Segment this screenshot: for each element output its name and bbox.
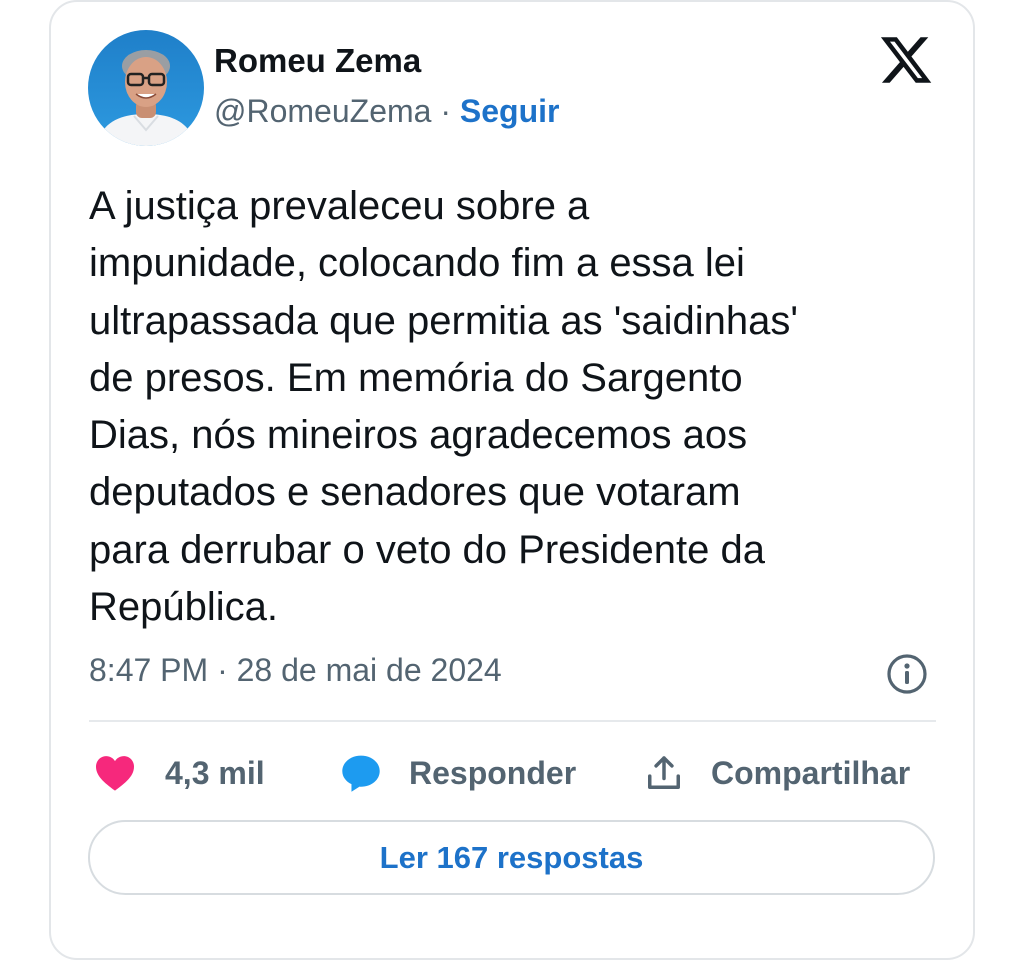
avatar-image [88,30,204,146]
tweet-text-line: A justiça prevaleceu sobre a [89,184,590,228]
read-replies-button[interactable]: Ler 167 respostas [88,820,935,895]
follow-button[interactable]: Seguir [460,93,560,129]
speech-bubble-icon [342,755,380,792]
heart-icon [96,756,134,791]
tweet-text-line: deputados e senadores que votaram [89,470,741,515]
tweet-timestamp[interactable]: 8:47 PM · 28 de mai de 2024 [89,652,502,689]
author-handle[interactable]: @RomeuZema [214,93,431,129]
avatar[interactable] [88,30,204,146]
handle-separator: · [431,93,460,129]
share-icon [648,756,680,789]
share-button[interactable]: Compartilhar [645,745,910,801]
divider [89,720,936,722]
tweet-text-line: República. [89,585,279,630]
tweet-text-line: Dias, nós mineiros agradecemos aos [89,413,748,458]
share-label: Compartilhar [711,754,911,791]
author-handle-row: @RomeuZema · Seguir [214,93,559,130]
author-display-name[interactable]: Romeu Zema [214,42,421,80]
like-button[interactable]: 4,3 mil [94,745,265,801]
reply-button[interactable]: Responder [339,745,576,801]
x-logo-icon[interactable] [878,32,934,88]
info-icon[interactable] [885,652,929,696]
tweet-text-line: de presos. Em memória do Sargento [89,355,743,400]
tweet-text: A justiça prevaleceu sobre a impunidade,… [89,178,949,636]
tweet-text-line: impunidade, colocando fim a essa lei [89,241,745,286]
tweet-text-line: para derrubar o veto do Presidente da [89,527,765,572]
reply-label: Responder [409,754,577,791]
tweet-text-line: ultrapassada que permitia as 'saidinhas' [89,298,799,343]
like-count: 4,3 mil [165,754,265,791]
